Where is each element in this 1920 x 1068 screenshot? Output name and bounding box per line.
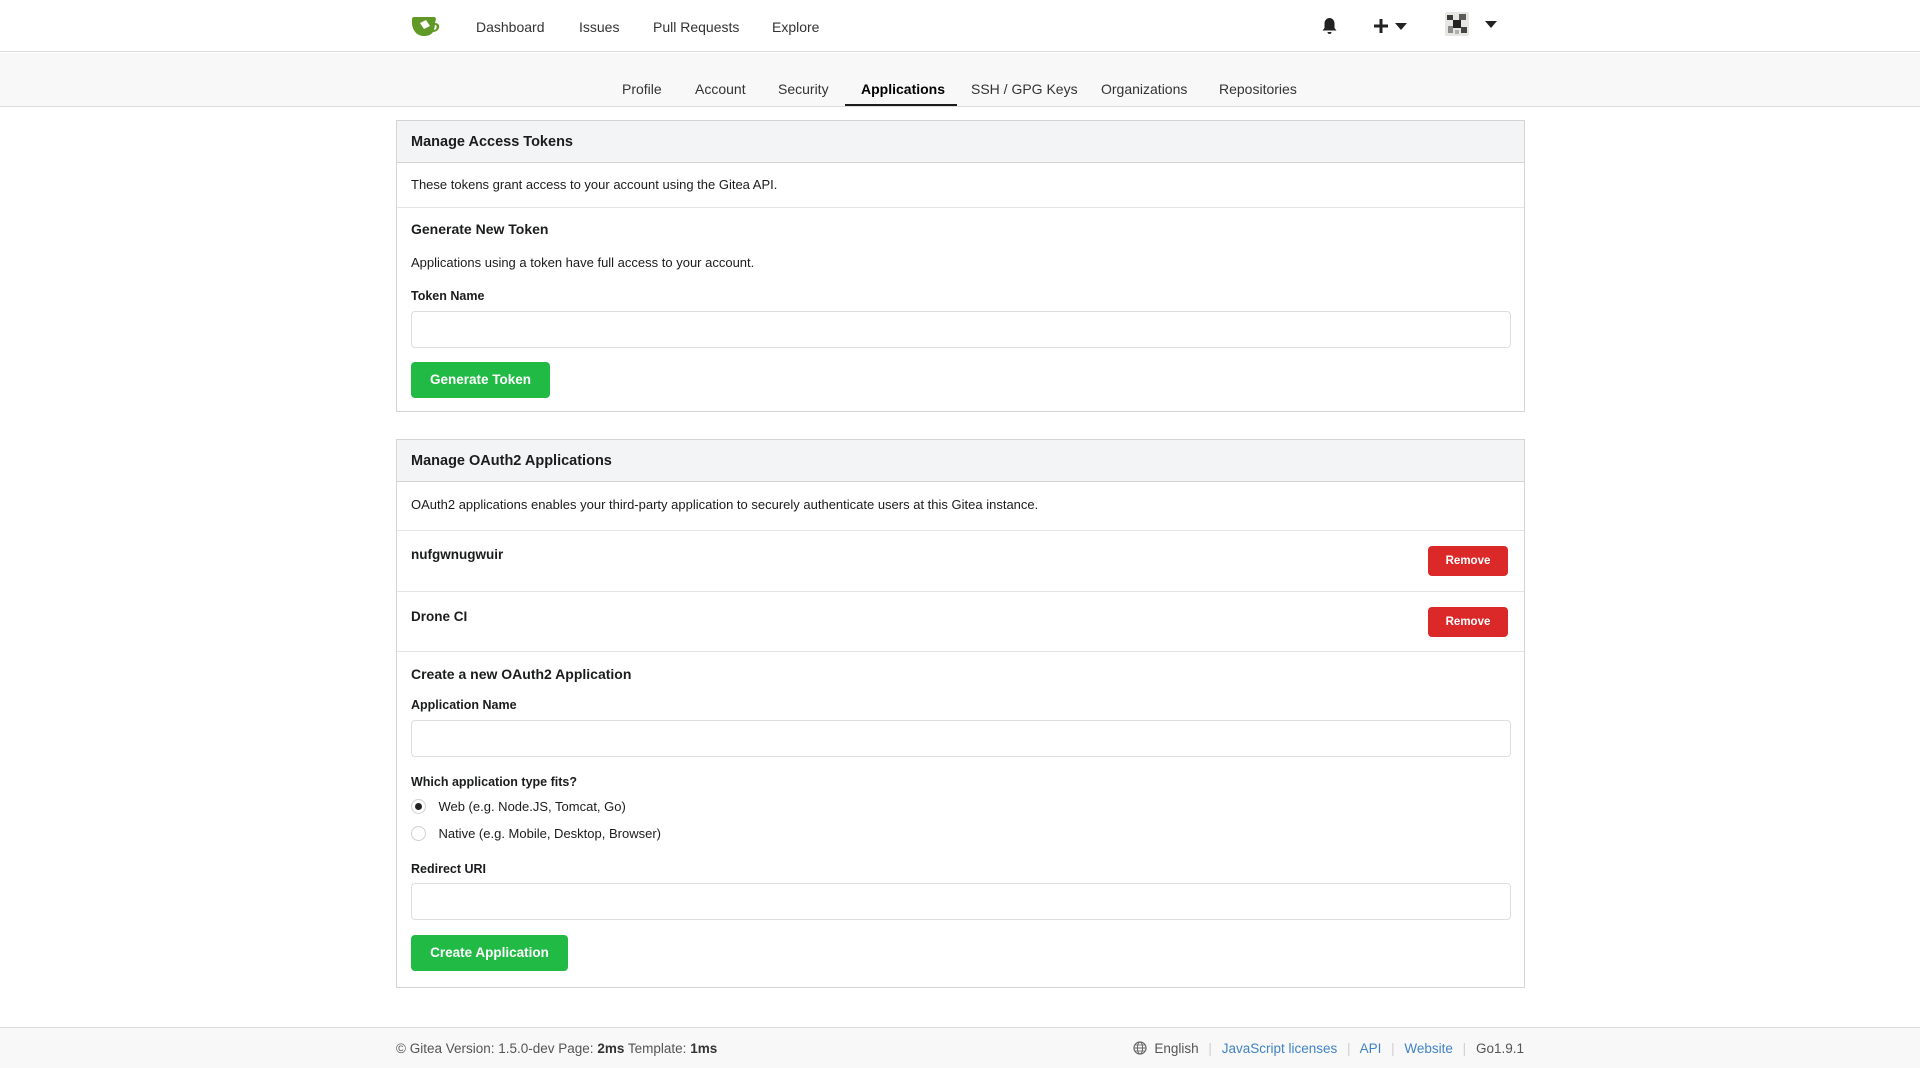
footer-page-time: 2ms bbox=[597, 1041, 625, 1056]
tab-security[interactable]: Security bbox=[778, 80, 829, 98]
remove-app-button[interactable]: Remove bbox=[1428, 607, 1508, 637]
language-selector[interactable]: English bbox=[1154, 1041, 1198, 1056]
generate-token-description: Applications using a token have full acc… bbox=[411, 255, 755, 270]
create-oauth2-app-form: Create a new OAuth2 Application Applicat… bbox=[397, 652, 1524, 987]
top-navbar: Dashboard Issues Pull Requests Explore bbox=[0, 0, 1920, 52]
application-type-native-option[interactable]: Native (e.g. Mobile, Desktop, Browser) bbox=[411, 825, 661, 843]
access-tokens-description-row: These tokens grant access to your accoun… bbox=[397, 163, 1524, 208]
footer-template-time: 1ms bbox=[690, 1041, 718, 1056]
tab-applications[interactable]: Applications bbox=[861, 80, 945, 98]
nav-dashboard[interactable]: Dashboard bbox=[476, 18, 545, 36]
access-tokens-description: These tokens grant access to your accoun… bbox=[411, 177, 778, 192]
generate-token-title: Generate New Token bbox=[411, 221, 549, 237]
tab-organizations[interactable]: Organizations bbox=[1101, 80, 1187, 98]
token-name-input[interactable] bbox=[411, 311, 1511, 348]
tab-ssh-gpg-keys[interactable]: SSH / GPG Keys bbox=[971, 80, 1078, 98]
access-tokens-header: Manage Access Tokens bbox=[397, 121, 1524, 163]
radio-native[interactable] bbox=[411, 826, 426, 842]
settings-tabs: Profile Account Security Applications SS… bbox=[0, 53, 1920, 107]
plus-icon bbox=[1374, 19, 1388, 33]
footer-link-api[interactable]: API bbox=[1360, 1041, 1382, 1056]
application-type-web-label: Web (e.g. Node.JS, Tomcat, Go) bbox=[438, 799, 626, 815]
create-application-button[interactable]: Create Application bbox=[411, 935, 568, 971]
oauth2-app-name: Drone CI bbox=[411, 609, 468, 624]
footer: © Gitea Version: 1.5.0-dev Page: 2ms Tem… bbox=[0, 1027, 1920, 1068]
footer-divider: | bbox=[1391, 1041, 1395, 1056]
footer-copyright: © Gitea Version: 1.5.0-dev Page: bbox=[396, 1041, 594, 1056]
application-name-label: Application Name bbox=[411, 698, 517, 712]
oauth2-apps-panel: Manage OAuth2 Applications OAuth2 applic… bbox=[396, 439, 1525, 988]
bell-icon[interactable] bbox=[1321, 17, 1338, 35]
nav-pull-requests[interactable]: Pull Requests bbox=[653, 18, 739, 36]
active-tab-indicator bbox=[845, 104, 957, 106]
nav-issues[interactable]: Issues bbox=[579, 18, 619, 36]
oauth2-apps-header: Manage OAuth2 Applications bbox=[397, 440, 1524, 482]
footer-go-version: Go1.9.1 bbox=[1475, 1041, 1524, 1056]
generate-token-button[interactable]: Generate Token bbox=[411, 362, 550, 398]
footer-link-website[interactable]: Website bbox=[1404, 1041, 1453, 1056]
footer-links: English | JavaScript licenses | API | We… bbox=[1133, 1041, 1524, 1056]
application-type-web-option[interactable]: Web (e.g. Node.JS, Tomcat, Go) bbox=[411, 798, 626, 816]
footer-link-javascript-licenses[interactable]: JavaScript licenses bbox=[1222, 1041, 1338, 1056]
oauth2-app-row: nufgwnugwuir Remove bbox=[397, 531, 1524, 592]
redirect-uri-input[interactable] bbox=[411, 883, 1511, 920]
create-oauth2-app-title: Create a new OAuth2 Application bbox=[411, 666, 632, 682]
avatar bbox=[1445, 12, 1469, 36]
gitea-logo-icon[interactable] bbox=[410, 14, 440, 38]
oauth2-app-row: Drone CI Remove bbox=[397, 592, 1524, 652]
oauth2-description-row: OAuth2 applications enables your third-p… bbox=[397, 482, 1524, 531]
nav-explore[interactable]: Explore bbox=[772, 18, 819, 36]
footer-divider: | bbox=[1462, 1041, 1467, 1056]
redirect-uri-label: Redirect URI bbox=[411, 862, 487, 876]
chevron-down-icon bbox=[1485, 21, 1497, 28]
chevron-down-icon bbox=[1395, 23, 1407, 30]
footer-version-info: © Gitea Version: 1.5.0-dev Page: 2ms Tem… bbox=[396, 1041, 717, 1056]
application-type-label: Which application type fits? bbox=[411, 775, 577, 789]
tab-repositories[interactable]: Repositories bbox=[1219, 80, 1297, 98]
user-menu[interactable] bbox=[1445, 12, 1501, 38]
footer-divider: | bbox=[1347, 1041, 1351, 1056]
remove-app-button[interactable]: Remove bbox=[1428, 546, 1508, 576]
application-name-input[interactable] bbox=[411, 720, 1511, 757]
globe-icon bbox=[1133, 1041, 1147, 1055]
tab-account[interactable]: Account bbox=[695, 80, 746, 98]
generate-token-form: Generate New Token Applications using a … bbox=[397, 208, 1524, 410]
oauth2-description: OAuth2 applications enables your third-p… bbox=[411, 497, 1039, 512]
oauth2-app-name: nufgwnugwuir bbox=[411, 547, 504, 562]
token-name-label: Token Name bbox=[411, 289, 485, 303]
application-type-native-label: Native (e.g. Mobile, Desktop, Browser) bbox=[438, 826, 661, 842]
tab-profile[interactable]: Profile bbox=[622, 80, 662, 98]
footer-template-label: Template: bbox=[627, 1041, 687, 1056]
footer-divider: | bbox=[1208, 1041, 1212, 1056]
access-tokens-panel: Manage Access Tokens These tokens grant … bbox=[396, 120, 1525, 412]
create-menu[interactable] bbox=[1373, 15, 1407, 37]
radio-web[interactable] bbox=[411, 799, 426, 815]
